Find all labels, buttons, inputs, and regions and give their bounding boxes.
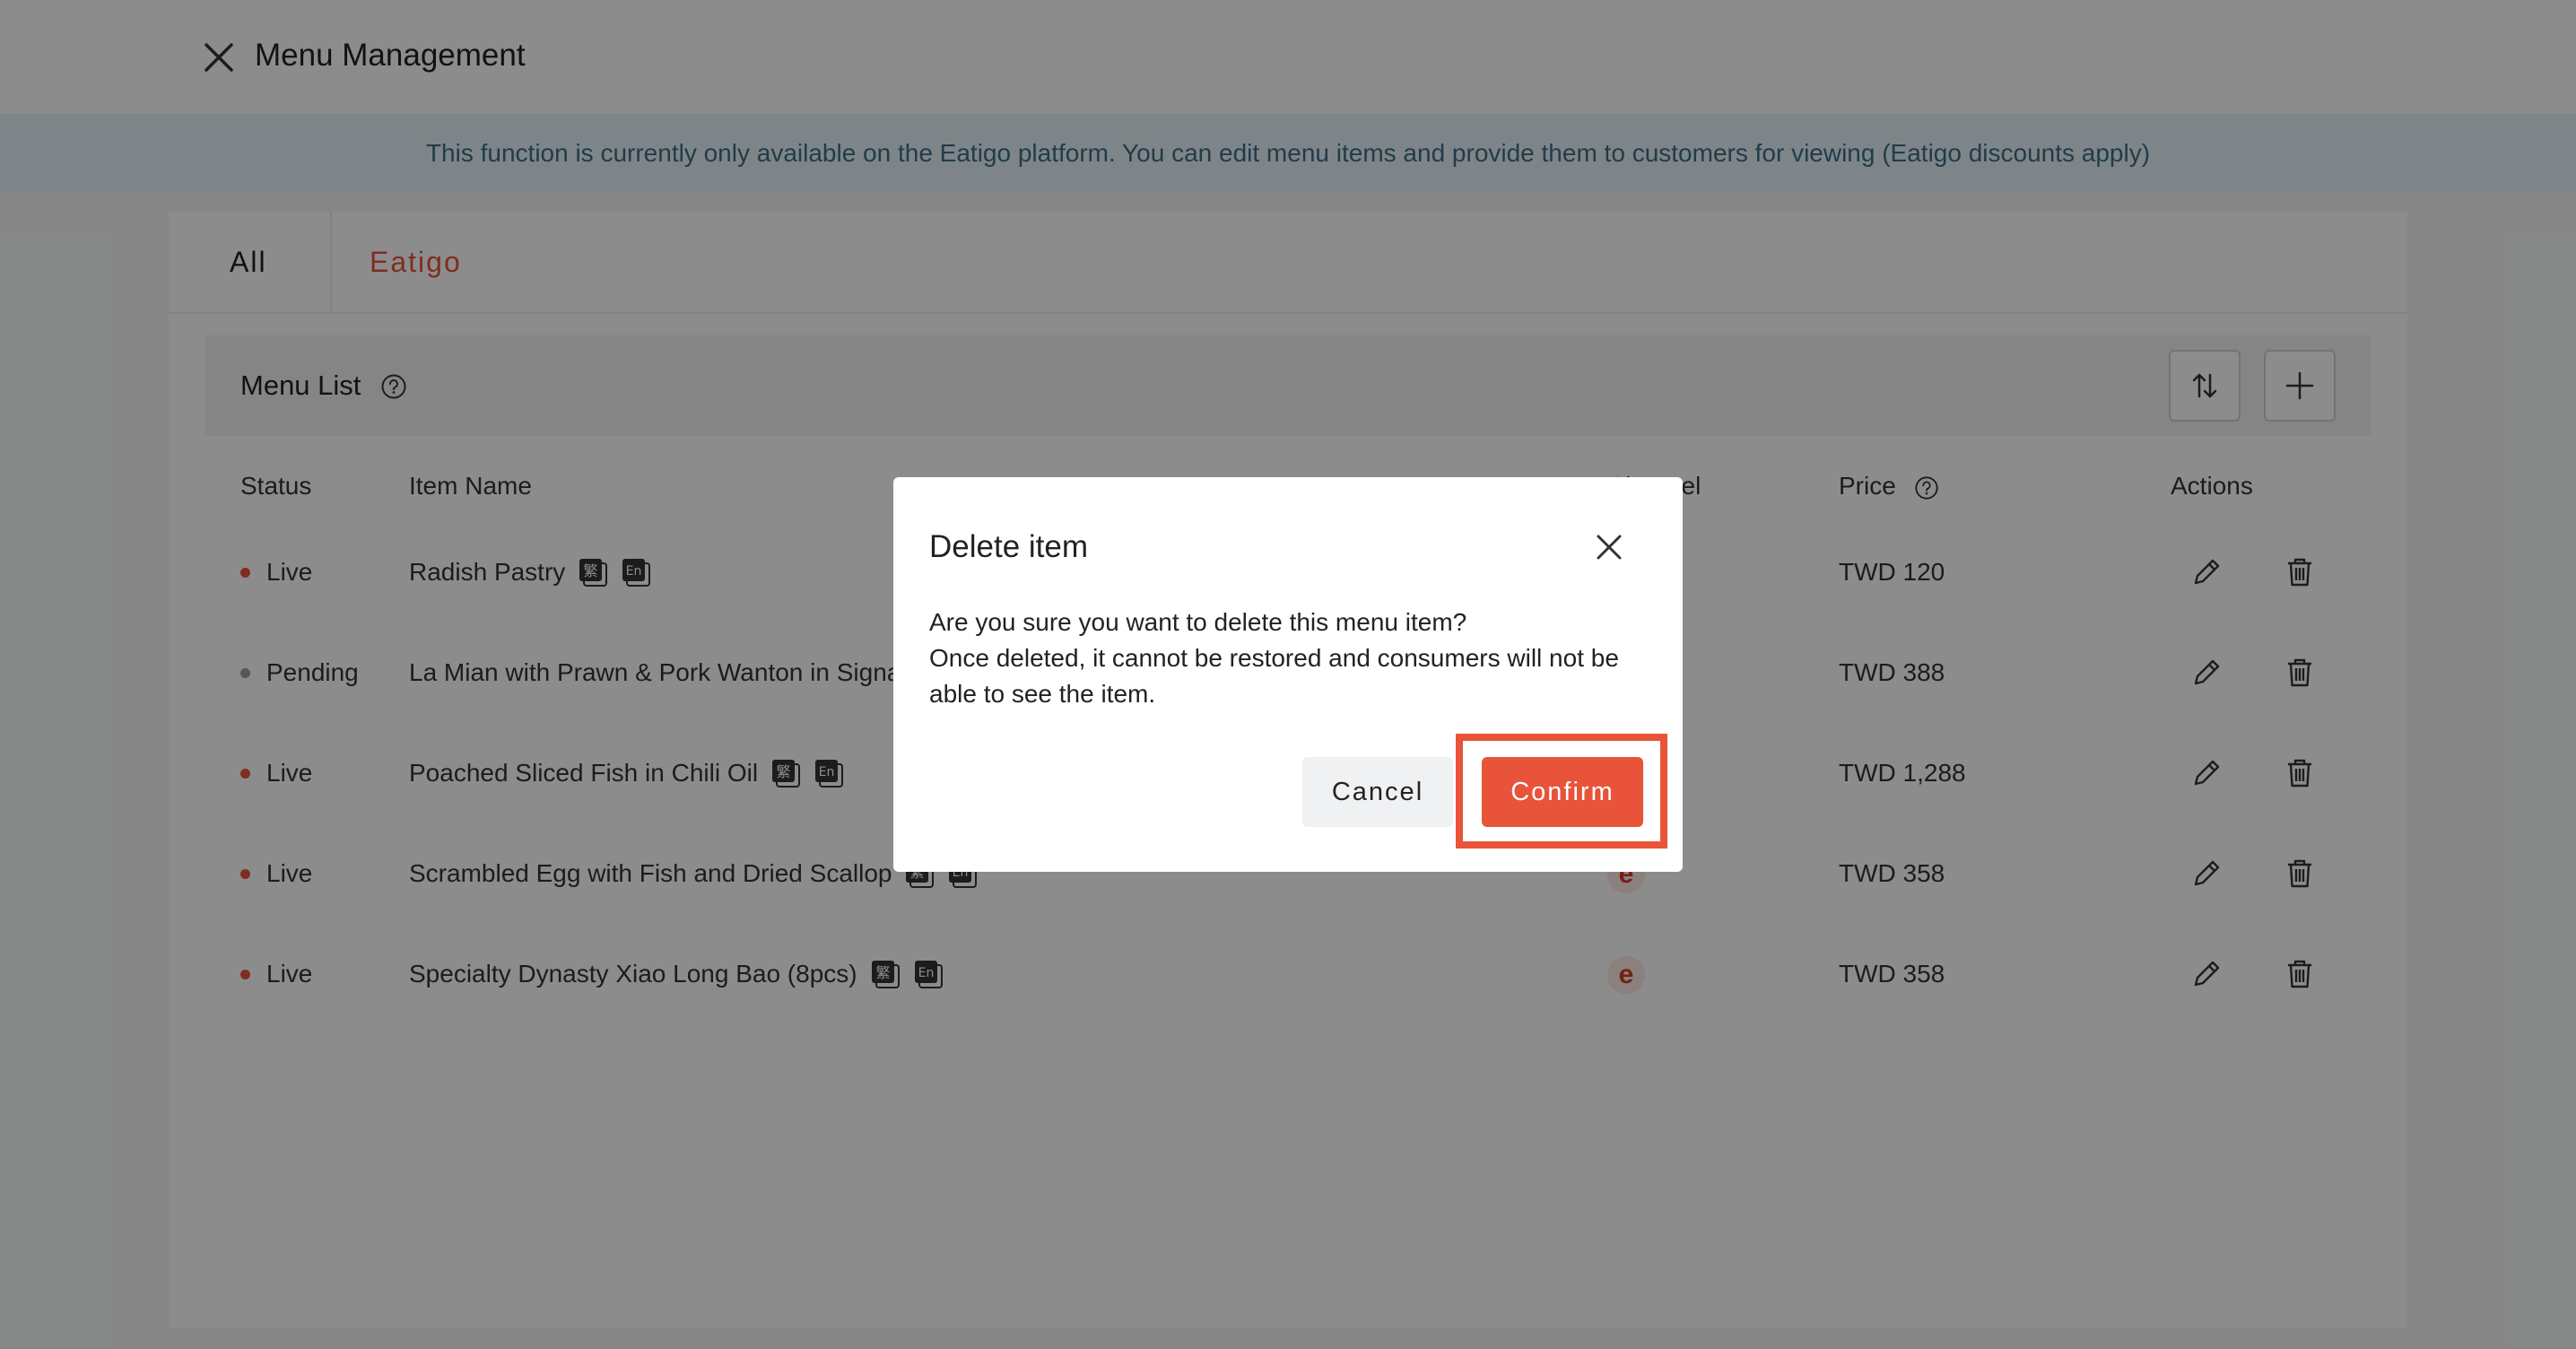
dialog-message-line: Are you sure you want to delete this men… [929, 608, 1467, 636]
close-icon[interactable] [1591, 529, 1627, 565]
cancel-button[interactable]: Cancel [1302, 757, 1453, 827]
delete-item-dialog: Delete item Are you sure you want to del… [893, 477, 1683, 872]
dialog-title: Delete item [929, 529, 1089, 564]
dialog-message-line: Once deleted, it cannot be restored and … [929, 644, 1619, 672]
dialog-message-line: able to see the item. [929, 680, 1156, 708]
dialog-message: Are you sure you want to delete this men… [929, 605, 1656, 712]
confirm-button[interactable]: Confirm [1482, 757, 1643, 827]
